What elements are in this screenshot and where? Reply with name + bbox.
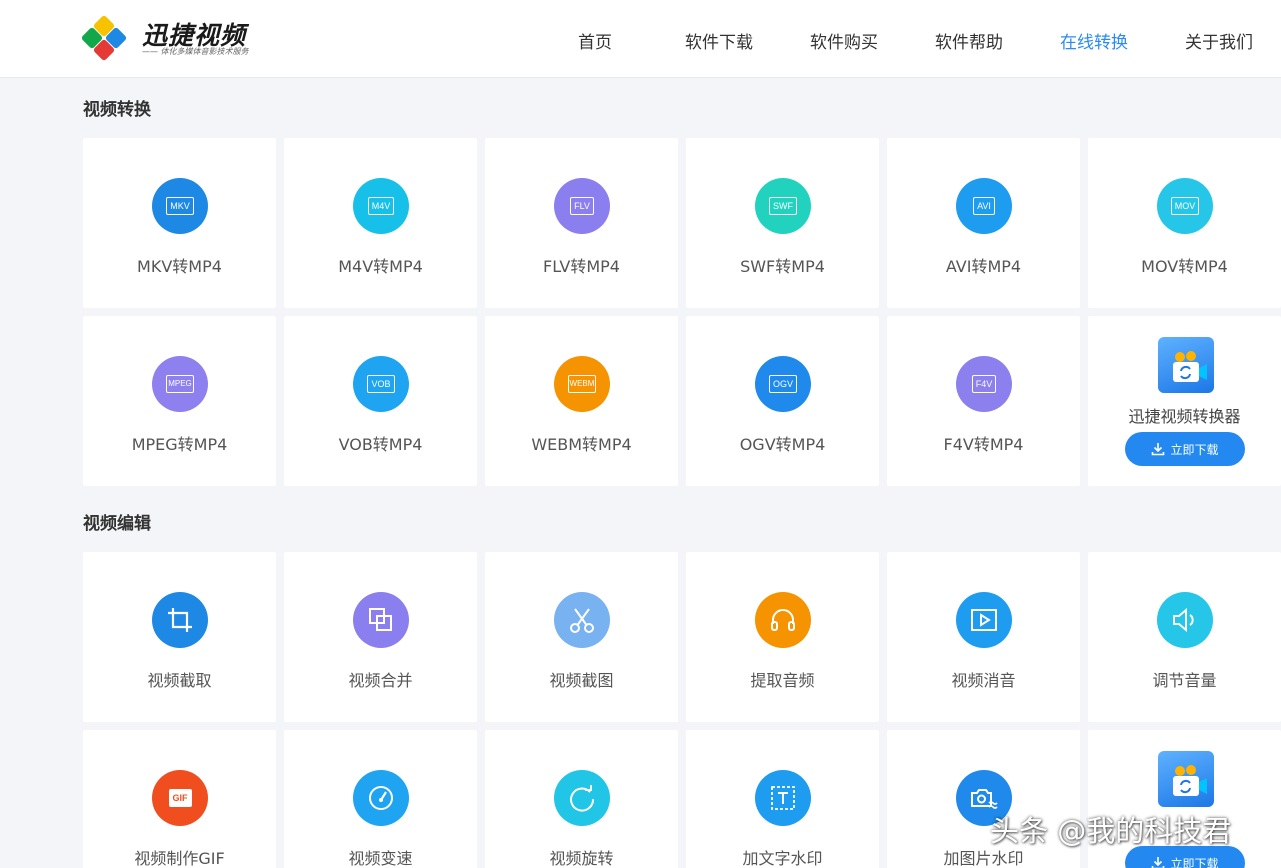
ogv-format-icon: OGV	[755, 356, 811, 412]
format-badge: M4V	[367, 197, 395, 215]
text-watermark-icon	[755, 770, 811, 826]
card-extract-audio[interactable]: 提取音频	[686, 552, 879, 722]
card-label: MKV转MP4	[137, 257, 222, 276]
card-video-rotate[interactable]: 视频旋转	[485, 730, 678, 868]
format-badge: WEBM	[567, 375, 597, 393]
card-label: MOV转MP4	[1141, 257, 1228, 276]
format-badge: AVI	[973, 197, 995, 215]
format-badge: MKV	[166, 197, 194, 215]
card-label: 视频截图	[549, 671, 614, 690]
nav-software-help[interactable]: 软件帮助	[935, 28, 1003, 53]
format-badge: MOV	[1170, 197, 1200, 215]
card-label: 提取音频	[750, 671, 815, 690]
promo-card-converter: 迅捷视频转换器 立即下载	[1088, 316, 1281, 486]
webm-format-icon: WEBM	[554, 356, 610, 412]
format-badge: MPEG	[166, 375, 194, 393]
nav-about-us[interactable]: 关于我们	[1185, 28, 1253, 53]
merge-icon	[353, 592, 409, 648]
crop-icon	[152, 592, 208, 648]
format-badge: F4V	[971, 375, 997, 393]
card-text-watermark[interactable]: 加文字水印	[686, 730, 879, 868]
card-label: SWF转MP4	[740, 257, 825, 276]
card-label: M4V转MP4	[338, 257, 423, 276]
brand-logo[interactable]: 迅捷视频 —— 体化多媒体音影技术服务	[82, 14, 252, 64]
section-title-video-convert: 视频转换	[83, 100, 151, 120]
promo-label: 迅捷视频转换器	[1128, 407, 1241, 426]
format-badge: OGV	[768, 375, 797, 393]
avi-format-icon: AVI	[956, 178, 1012, 234]
card-label: FLV转MP4	[543, 257, 620, 276]
card-label: WEBM转MP4	[531, 435, 632, 454]
download-now-label: 立即下载	[1170, 442, 1219, 457]
card-label: 视频制作GIF	[134, 849, 225, 868]
card-adjust-volume[interactable]: 调节音量	[1088, 552, 1281, 722]
card-label: 视频变速	[348, 849, 413, 868]
download-icon	[1152, 443, 1165, 456]
format-badge: SWF	[769, 197, 797, 215]
brand-logo-icon	[82, 16, 127, 61]
card-webm-to-mp4[interactable]: WEBM WEBM转MP4	[485, 316, 678, 486]
card-label: MPEG转MP4	[131, 435, 228, 454]
speedometer-icon	[353, 770, 409, 826]
card-flv-to-mp4[interactable]: FLV FLV转MP4	[485, 138, 678, 308]
speaker-icon	[1157, 592, 1213, 648]
card-label: VOB转MP4	[338, 435, 423, 454]
card-label: 视频消音	[951, 671, 1016, 690]
format-badge: FLV	[570, 197, 594, 215]
card-label: AVI转MP4	[945, 257, 1022, 276]
card-make-gif[interactable]: GIF 视频制作GIF	[83, 730, 276, 868]
download-now-label: 立即下载	[1170, 856, 1219, 868]
gif-icon: GIF	[152, 770, 208, 826]
rotate-icon	[554, 770, 610, 826]
mpeg-format-icon: MPEG	[152, 356, 208, 412]
card-m4v-to-mp4[interactable]: M4V M4V转MP4	[284, 138, 477, 308]
card-video-screenshot[interactable]: 视频截图	[485, 552, 678, 722]
converter-app-icon	[1158, 751, 1214, 807]
card-mpeg-to-mp4[interactable]: MPEG MPEG转MP4	[83, 316, 276, 486]
brand-slogan: —— 体化多媒体音影技术服务	[142, 47, 249, 56]
card-label: 调节音量	[1152, 671, 1217, 690]
section-title-video-edit: 视频编辑	[83, 514, 151, 534]
card-mov-to-mp4[interactable]: MOV MOV转MP4	[1088, 138, 1281, 308]
card-swf-to-mp4[interactable]: SWF SWF转MP4	[686, 138, 879, 308]
card-ogv-to-mp4[interactable]: OGV OGV转MP4	[686, 316, 879, 486]
card-video-trim[interactable]: 视频截取	[83, 552, 276, 722]
toutiao-watermark: 头条 @我的科技君	[990, 814, 1232, 848]
card-video-speed[interactable]: 视频变速	[284, 730, 477, 868]
nav-software-download[interactable]: 软件下载	[685, 28, 753, 53]
mkv-format-icon: MKV	[152, 178, 208, 234]
card-mkv-to-mp4[interactable]: MKV MKV转MP4	[83, 138, 276, 308]
download-icon	[1152, 857, 1165, 868]
card-avi-to-mp4[interactable]: AVI AVI转MP4	[887, 138, 1080, 308]
f4v-format-icon: F4V	[956, 356, 1012, 412]
card-video-merge[interactable]: 视频合并	[284, 552, 477, 722]
card-label: 加文字水印	[742, 849, 823, 868]
card-f4v-to-mp4[interactable]: F4V F4V转MP4	[887, 316, 1080, 486]
card-label: F4V转MP4	[943, 435, 1024, 454]
flv-format-icon: FLV	[554, 178, 610, 234]
headphones-icon	[755, 592, 811, 648]
nav-home[interactable]: 首页	[578, 28, 612, 53]
card-vob-to-mp4[interactable]: VOB VOB转MP4	[284, 316, 477, 486]
mov-format-icon: MOV	[1157, 178, 1213, 234]
card-video-mute[interactable]: 视频消音	[887, 552, 1080, 722]
play-icon	[956, 592, 1012, 648]
site-header: 迅捷视频 —— 体化多媒体音影技术服务 首页 软件下载 软件购买 软件帮助 在线…	[0, 0, 1281, 78]
vob-format-icon: VOB	[353, 356, 409, 412]
m4v-format-icon: M4V	[353, 178, 409, 234]
camera-icon	[1173, 351, 1207, 382]
card-label: 视频合并	[348, 671, 413, 690]
card-label: 视频截取	[147, 671, 212, 690]
card-label: OGV转MP4	[739, 435, 826, 454]
nav-online-convert[interactable]: 在线转换	[1060, 28, 1128, 53]
swf-format-icon: SWF	[755, 178, 811, 234]
format-badge: VOB	[367, 375, 395, 393]
converter-app-icon	[1158, 337, 1214, 393]
nav-software-purchase[interactable]: 软件购买	[810, 28, 878, 53]
camera-icon	[1173, 765, 1207, 796]
scissors-icon	[554, 592, 610, 648]
card-label: 视频旋转	[549, 849, 614, 868]
download-now-button[interactable]: 立即下载	[1125, 432, 1245, 466]
